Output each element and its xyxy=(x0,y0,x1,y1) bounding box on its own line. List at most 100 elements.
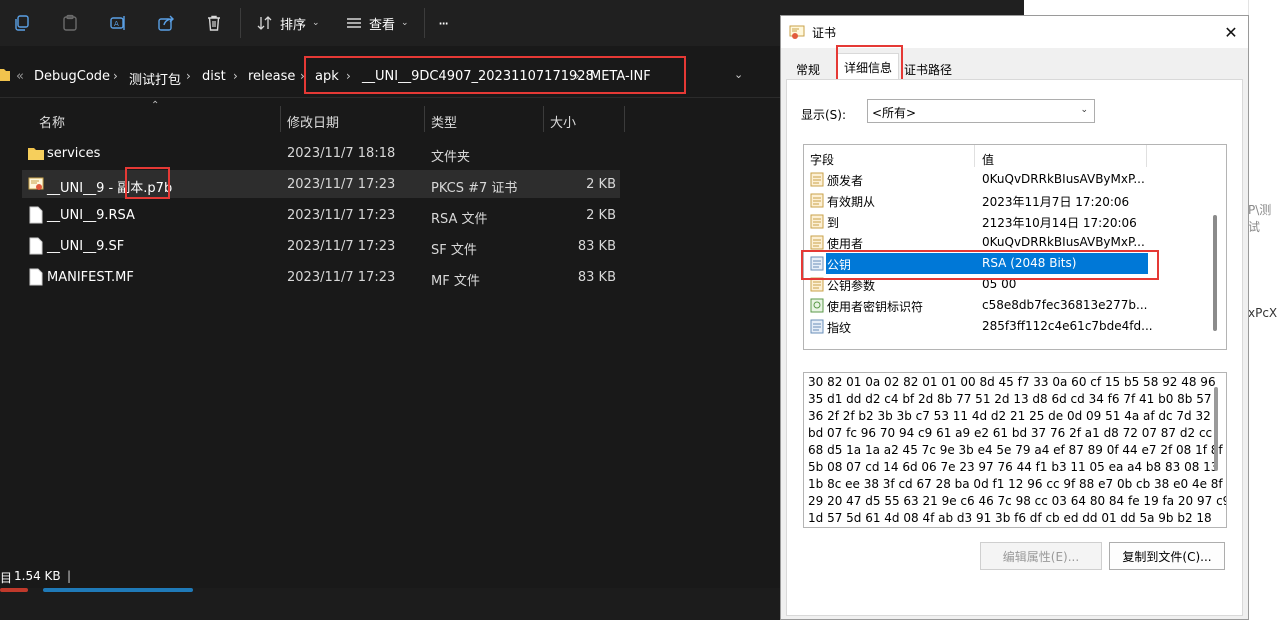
folder-icon xyxy=(0,67,10,85)
list-scrollbar[interactable] xyxy=(1213,215,1217,331)
file-modified: 2023/11/7 18:18 xyxy=(287,146,396,161)
breadcrumb-item[interactable]: __UNI__9DC4907_20231107171928 xyxy=(362,69,594,84)
file-type: RSA 文件 xyxy=(431,212,488,227)
field-list[interactable]: 字段 值 颁发者 0KuQvDRRkBIusAVByMxP... 有效期从 20… xyxy=(803,144,1227,350)
tab-general[interactable]: 常规 xyxy=(790,56,826,80)
certificate-icon xyxy=(789,25,805,39)
file-type: PKCS #7 证书 xyxy=(431,181,518,196)
list-item[interactable]: 使用者 0KuQvDRRkBIusAVByMxP... xyxy=(808,232,1208,253)
field-doc-icon xyxy=(810,319,824,334)
column-divider[interactable] xyxy=(543,106,544,132)
chevron-down-icon: ⌄ xyxy=(401,18,409,28)
breadcrumb-item[interactable]: DebugCode xyxy=(34,69,110,84)
chevron-right-icon: › xyxy=(300,69,305,83)
chevron-down-icon: ⌄ xyxy=(1080,105,1088,115)
file-icon xyxy=(29,237,43,255)
breadcrumb-item[interactable]: apk xyxy=(315,69,339,84)
file-size: 2 KB xyxy=(586,177,616,192)
edit-properties-button[interactable]: 编辑属性(E)... xyxy=(980,542,1102,570)
column-divider[interactable] xyxy=(424,106,425,132)
dialog-titlebar[interactable]: 证书 ✕ xyxy=(781,16,1248,48)
hex-line: 1b 8c ee 38 3f cd 67 28 ba 0d f1 12 96 c… xyxy=(808,477,1223,491)
hex-line: 36 2f 2f b2 3b 3b c7 53 11 4d d2 21 25 d… xyxy=(808,409,1211,423)
detail-scrollbar[interactable] xyxy=(1214,387,1218,471)
file-icon xyxy=(29,268,43,286)
toolbar-separator xyxy=(424,8,425,38)
field-value: 2123年10月14日 17:20:06 xyxy=(982,216,1137,230)
chevron-right-icon: › xyxy=(346,69,351,83)
column-name[interactable]: 名称 xyxy=(39,112,65,131)
field-name: 指纹 xyxy=(827,321,852,335)
list-item[interactable]: 颁发者 0KuQvDRRkBIusAVByMxP... xyxy=(808,169,1208,190)
file-row[interactable]: services 2023/11/7 18:18 文件夹 xyxy=(22,139,620,167)
file-modified: 2023/11/7 17:23 xyxy=(287,239,396,254)
list-item[interactable]: 公钥参数 05 00 xyxy=(808,274,1208,295)
copy-icon[interactable] xyxy=(9,10,35,36)
show-select[interactable]: <所有> ⌄ xyxy=(867,99,1095,123)
close-button[interactable]: ✕ xyxy=(1220,21,1242,43)
field-name: 到 xyxy=(827,216,840,230)
list-header-value[interactable]: 值 xyxy=(982,151,994,168)
column-type[interactable]: 类型 xyxy=(431,112,457,131)
chevron-right-icon: › xyxy=(113,69,118,83)
field-value-detail[interactable]: 30 82 01 0a 02 82 01 01 00 8d 45 f7 33 0… xyxy=(803,372,1227,528)
file-size: 2 KB xyxy=(586,208,616,223)
column-divider[interactable] xyxy=(974,145,975,167)
hex-line: 68 d5 1a 1a a2 45 7c 9e 3b e4 5e 79 a4 e… xyxy=(808,443,1223,457)
taskbar-indicator[interactable] xyxy=(43,588,193,592)
file-name: __UNI__9.SF xyxy=(47,239,125,254)
list-item-selected[interactable]: 公钥 RSA (2048 Bits) xyxy=(808,253,1208,274)
copy-to-file-button[interactable]: 复制到文件(C)... xyxy=(1109,542,1225,570)
tab-cert-path[interactable]: 证书路径 xyxy=(898,56,958,80)
field-value: 0KuQvDRRkBIusAVByMxP... xyxy=(982,172,1145,186)
list-header-field[interactable]: 字段 xyxy=(810,151,834,168)
share-icon[interactable] xyxy=(153,10,179,36)
view-label: 查看 xyxy=(369,17,396,33)
column-size[interactable]: 大小 xyxy=(550,112,576,131)
field-name: 颁发者 xyxy=(827,174,864,188)
file-row[interactable]: __UNI__9.SF 2023/11/7 17:23 SF 文件 83 KB xyxy=(22,232,620,260)
list-item[interactable]: 到 2123年10月14日 17:20:06 xyxy=(808,211,1208,232)
list-item[interactable]: 有效期从 2023年11月7日 17:20:06 xyxy=(808,190,1208,211)
field-value: 05 00 xyxy=(982,277,1017,291)
file-row[interactable]: MANIFEST.MF 2023/11/7 17:23 MF 文件 83 KB xyxy=(22,263,620,291)
field-doc-icon xyxy=(810,277,824,292)
field-name: 使用者 xyxy=(827,237,864,251)
list-item[interactable]: 指纹 285f3ff112c4e61c7bde4fd... xyxy=(808,316,1208,337)
column-divider[interactable] xyxy=(280,106,281,132)
more-options-button[interactable]: ··· xyxy=(438,10,449,36)
certificate-dialog: 证书 ✕ 常规 详细信息 证书路径 显示(S): <所有> ⌄ 字段 值 颁发者… xyxy=(780,15,1249,620)
field-doc-icon xyxy=(810,235,824,250)
list-item[interactable]: 使用者密钥标识符 c58e8db7fec36813e277b... xyxy=(808,295,1208,316)
rename-icon[interactable]: A xyxy=(105,10,131,36)
field-value: c58e8db7fec36813e277b... xyxy=(982,298,1148,312)
file-row[interactable]: __UNI__9.RSA 2023/11/7 17:23 RSA 文件 2 KB xyxy=(22,201,620,229)
column-divider[interactable] xyxy=(1146,145,1147,167)
delete-icon[interactable] xyxy=(201,10,227,36)
address-history-chevron-icon[interactable]: ⌄ xyxy=(734,68,743,81)
svg-text:A: A xyxy=(114,20,119,28)
file-row-selected[interactable]: __UNI__9 - 副本.p7b 2023/11/7 17:23 PKCS #… xyxy=(22,170,620,198)
breadcrumb-item-current[interactable]: META-INF xyxy=(590,69,651,84)
field-name: 公钥参数 xyxy=(827,279,876,293)
file-name: __UNI__9.RSA xyxy=(47,208,135,223)
breadcrumb-item[interactable]: release xyxy=(248,69,295,84)
sort-button[interactable]: 排序 ⌄ xyxy=(256,10,320,36)
breadcrumb-overflow[interactable]: « xyxy=(16,69,24,84)
file-name: services xyxy=(47,146,101,161)
paste-icon[interactable] xyxy=(57,10,83,36)
folder-icon xyxy=(28,148,44,160)
file-icon xyxy=(29,206,43,224)
show-select-value: <所有> xyxy=(872,106,917,120)
column-modified[interactable]: 修改日期 xyxy=(287,112,339,131)
show-label: 显示(S): xyxy=(801,108,847,122)
breadcrumb-item[interactable]: dist xyxy=(202,69,226,84)
tab-details[interactable]: 详细信息 xyxy=(837,53,900,80)
field-value: 0KuQvDRRkBIusAVByMxP... xyxy=(982,235,1145,249)
taskbar-indicator[interactable] xyxy=(0,588,28,592)
column-divider[interactable] xyxy=(624,106,625,132)
hex-line: 1d 57 5d 61 4d 08 4f ab d3 91 3b f6 df c… xyxy=(808,511,1212,525)
view-button[interactable]: 查看 ⌄ xyxy=(345,10,409,36)
background-text-fragment: xPcX... xyxy=(1248,306,1278,320)
breadcrumb-item[interactable]: 测试打包 xyxy=(129,69,181,88)
